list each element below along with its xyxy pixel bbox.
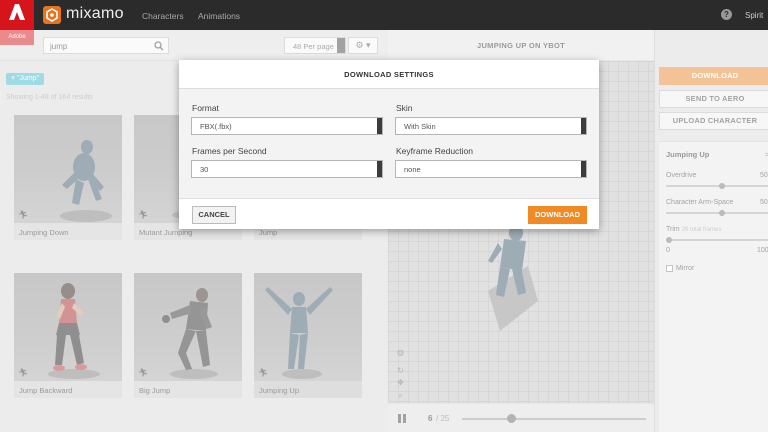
cancel-button[interactable]: CANCEL <box>192 206 236 224</box>
fps-value: 30 <box>200 165 209 174</box>
format-select[interactable]: FBX(.fbx) <box>191 117 383 135</box>
chevron-down-icon <box>581 161 586 177</box>
keyframe-reduction-value: none <box>404 165 421 174</box>
dialog-footer: CANCEL DOWNLOAD <box>179 198 599 229</box>
help-icon[interactable]: ? <box>721 9 732 20</box>
nav-animations[interactable]: Animations <box>198 11 240 21</box>
dialog-title: DOWNLOAD SETTINGS <box>344 70 434 79</box>
fps-label: Frames per Second <box>192 146 267 156</box>
chevron-down-icon <box>377 161 382 177</box>
fps-select[interactable]: 30 <box>191 160 383 178</box>
dialog-header: DOWNLOAD SETTINGS <box>179 60 599 89</box>
skin-label: Skin <box>396 103 413 113</box>
adobe-logo-icon <box>9 4 25 20</box>
chevron-down-icon <box>581 118 586 134</box>
skin-value: With Skin <box>404 122 436 131</box>
mixamo-logo-icon <box>43 6 61 24</box>
format-value: FBX(.fbx) <box>200 122 232 131</box>
keyframe-reduction-select[interactable]: none <box>395 160 587 178</box>
download-confirm-button[interactable]: DOWNLOAD <box>528 206 587 224</box>
user-menu[interactable]: Spirit <box>745 11 763 20</box>
keyframe-reduction-label: Keyframe Reduction <box>396 146 474 156</box>
top-nav-bar: mixamo Characters Animations ? Spirit <box>0 0 768 30</box>
nav-characters[interactable]: Characters <box>142 11 184 21</box>
skin-select[interactable]: With Skin <box>395 117 587 135</box>
format-label: Format <box>192 103 219 113</box>
brand-name[interactable]: mixamo <box>66 5 124 23</box>
chevron-down-icon <box>377 118 382 134</box>
download-settings-dialog: DOWNLOAD SETTINGS Format FBX(.fbx) Skin … <box>179 60 599 229</box>
